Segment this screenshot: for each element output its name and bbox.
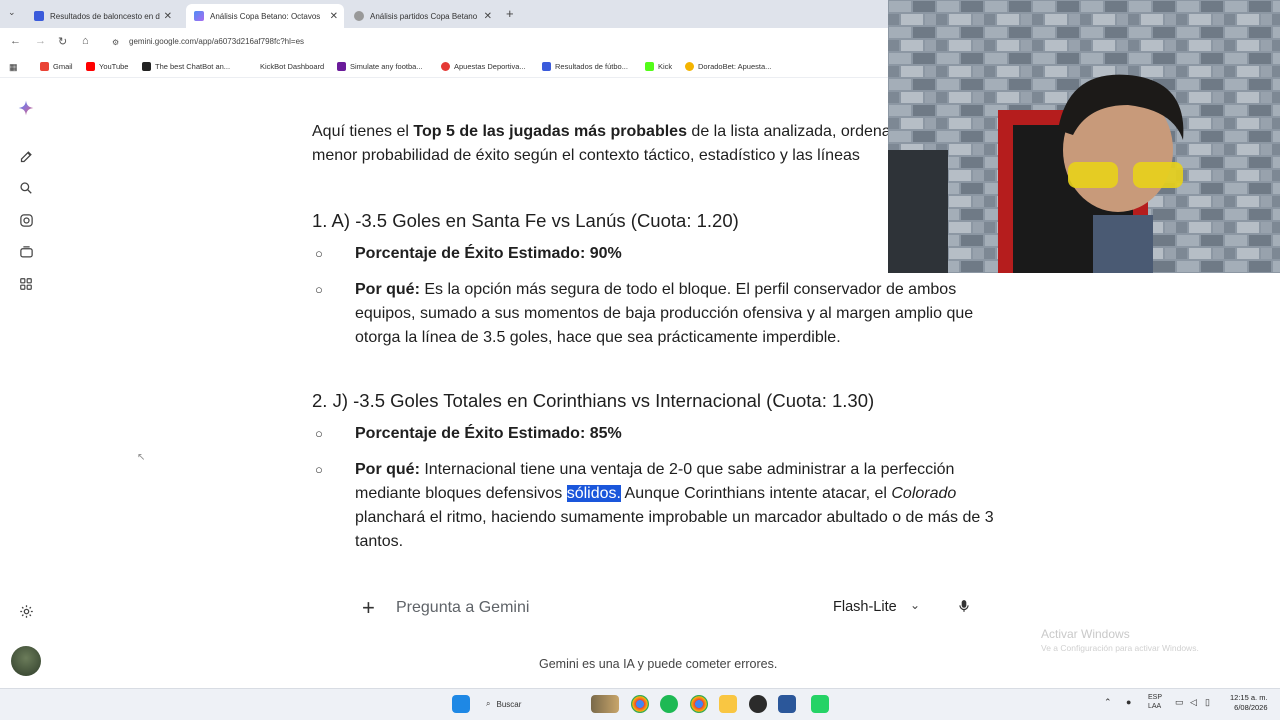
- tab-search-chevron-icon[interactable]: ⌄: [8, 7, 16, 18]
- bookmark-simulate[interactable]: Simulate any footba...: [337, 62, 423, 71]
- tab-resultados-baloncesto[interactable]: Resultados de baloncesto en d ✕: [26, 4, 178, 28]
- webcam-overlay: [888, 0, 1280, 273]
- obs-icon[interactable]: [749, 695, 767, 713]
- disclaimer-text: Gemini es una IA y puede cometer errores…: [539, 657, 778, 671]
- bullet-icon: ○: [315, 426, 323, 441]
- simulate-icon: [337, 62, 346, 71]
- gemini-sparkle-icon[interactable]: [18, 100, 34, 116]
- forward-icon[interactable]: →: [35, 35, 46, 47]
- chrome-icon[interactable]: [631, 695, 649, 713]
- gmail-icon: [40, 62, 49, 71]
- apuestas-icon: [441, 62, 450, 71]
- activate-windows-subtitle: Ve a Configuración para activar Windows.: [1041, 643, 1199, 653]
- widgets-icon[interactable]: [591, 695, 619, 713]
- bookmark-youtube[interactable]: YouTube: [86, 62, 128, 71]
- prompt-input[interactable]: Pregunta a Gemini: [396, 599, 529, 617]
- taskbar-search[interactable]: ⌕ Buscar: [478, 694, 588, 714]
- microphone-icon[interactable]: [957, 598, 971, 617]
- home-icon[interactable]: ⌂: [82, 35, 89, 47]
- reload-icon[interactable]: ↻: [58, 35, 67, 48]
- bookmark-gmail[interactable]: Gmail: [40, 62, 73, 71]
- resultados-icon: [542, 62, 551, 71]
- bookmark-doradobet[interactable]: DoradoBet: Apuesta...: [685, 62, 771, 71]
- close-tab-icon[interactable]: ✕: [484, 11, 492, 22]
- model-selector[interactable]: Flash-Lite: [833, 599, 897, 615]
- tab-favicon-icon: [34, 11, 44, 21]
- bookmark-kickbot[interactable]: KickBot Dashboard: [247, 62, 324, 71]
- section-2-percentage: Porcentaje de Éxito Estimado: 85%: [355, 425, 622, 442]
- youtube-icon: [86, 62, 95, 71]
- library-icon[interactable]: [18, 244, 34, 260]
- bookmark-chatbot[interactable]: The best ChatBot an...: [142, 62, 230, 71]
- chrome-profile-icon[interactable]: [690, 695, 708, 713]
- bullet-icon: ○: [315, 282, 323, 297]
- settings-icon[interactable]: [18, 603, 34, 619]
- language-indicator[interactable]: ESP LAA: [1148, 693, 1162, 711]
- site-info-icon[interactable]: ⚙: [112, 38, 119, 47]
- gems-icon[interactable]: [18, 212, 34, 228]
- new-chat-icon[interactable]: [18, 148, 34, 164]
- taskbar-clock[interactable]: 12:15 a. m. 6/08/2026: [1230, 693, 1268, 713]
- activate-windows-title: Activar Windows: [1041, 627, 1130, 641]
- bookmark-resultados-futbol[interactable]: Resultados de fútbo...: [542, 62, 628, 71]
- gemini-favicon-icon: [194, 11, 204, 21]
- avatar[interactable]: [11, 646, 41, 676]
- tab-analisis-partidos[interactable]: Análisis partidos Copa Betano ✕: [346, 4, 498, 28]
- apps-icon[interactable]: [18, 276, 34, 292]
- tray-mic-icon[interactable]: ●: [1126, 697, 1131, 707]
- close-tab-icon[interactable]: ✕: [164, 11, 172, 22]
- close-tab-icon[interactable]: ✕: [330, 11, 338, 22]
- new-tab-icon[interactable]: +: [506, 6, 514, 21]
- chevron-down-icon[interactable]: ⌄: [910, 598, 920, 612]
- file-explorer-icon[interactable]: [719, 695, 737, 713]
- back-icon[interactable]: ←: [10, 35, 21, 47]
- tray-overflow-icon[interactable]: ⌃: [1104, 697, 1112, 708]
- section-2-reason: Por qué: Internacional tiene una ventaja…: [355, 461, 994, 550]
- search-icon: ⌕: [486, 699, 491, 708]
- network-icon[interactable]: ▭: [1175, 697, 1184, 708]
- add-attachment-icon[interactable]: +: [362, 595, 375, 621]
- volume-icon[interactable]: ◁: [1190, 697, 1197, 708]
- windows-start-icon[interactable]: [452, 695, 470, 713]
- tab-favicon-icon: [354, 11, 364, 21]
- mouse-cursor-icon: ↖: [137, 452, 146, 463]
- tab-label: Análisis Copa Betano: Octavos: [210, 11, 321, 21]
- doradobet-icon: [685, 62, 694, 71]
- kickbot-icon: [247, 62, 256, 71]
- tab-label: Resultados de baloncesto en d: [50, 11, 160, 21]
- kick-icon: [645, 62, 654, 71]
- section-2-heading: 2. J) -3.5 Goles Totales en Corinthians …: [312, 390, 875, 411]
- section-1-heading: 1. A) -3.5 Goles en Santa Fe vs Lanús (C…: [312, 210, 739, 231]
- battery-icon[interactable]: ▯: [1205, 697, 1210, 708]
- apps-grid-icon[interactable]: ▦: [9, 62, 18, 73]
- section-1-reason: Por qué: Es la opción más segura de todo…: [355, 281, 974, 346]
- bookmark-kick[interactable]: Kick: [645, 62, 672, 71]
- bookmark-apuestas[interactable]: Apuestas Deportiva...: [441, 62, 526, 71]
- spotify-icon[interactable]: [660, 695, 678, 713]
- selected-text: sólidos.: [566, 485, 621, 502]
- bullet-icon: ○: [315, 462, 323, 477]
- whatsapp-icon[interactable]: [811, 695, 829, 713]
- address-bar[interactable]: gemini.google.com/app/a6073d216af798fc?h…: [129, 37, 304, 46]
- chatbot-icon: [142, 62, 151, 71]
- tab-label: Análisis partidos Copa Betano: [370, 11, 478, 21]
- bullet-icon: ○: [315, 246, 323, 261]
- search-icon[interactable]: [18, 180, 34, 196]
- tab-analisis-octavos[interactable]: Análisis Copa Betano: Octavos ✕: [186, 4, 344, 28]
- word-icon[interactable]: [778, 695, 796, 713]
